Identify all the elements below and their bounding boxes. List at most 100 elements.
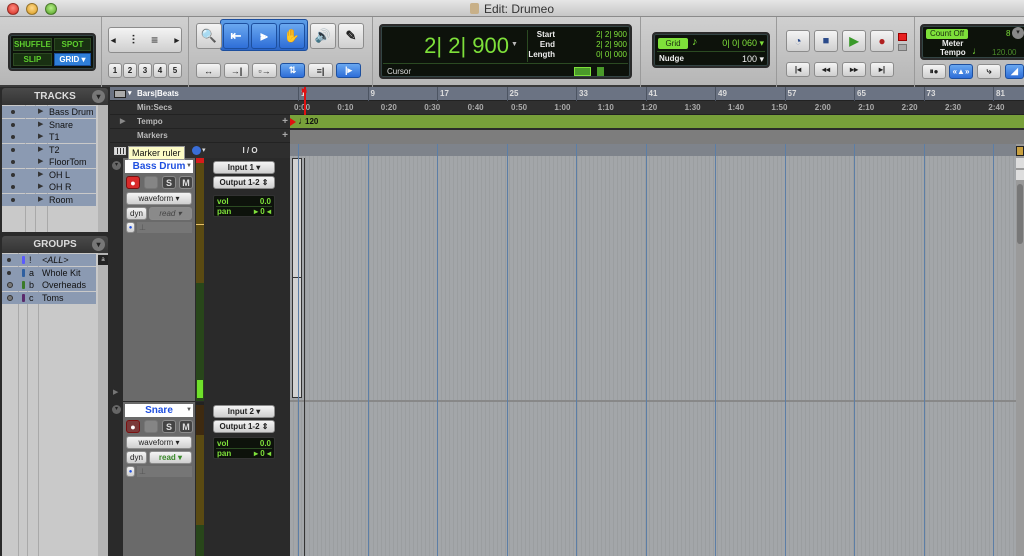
zoom-preset-5[interactable]: 5	[168, 63, 182, 78]
count-off-toggle[interactable]: Count Off	[926, 29, 968, 39]
timebase-icon[interactable]: ●	[126, 466, 135, 477]
column-view-icon[interactable]	[114, 147, 126, 155]
track-visibility-dot[interactable]	[11, 172, 15, 177]
expand-icon[interactable]: ▶	[38, 131, 43, 143]
link-timeline-edit-icon[interactable]: ⇅	[280, 63, 305, 78]
group-list-item[interactable]: c Toms	[2, 291, 96, 304]
track-view-selector[interactable]: waveform ▾	[126, 436, 192, 449]
toolbar-menu-icon[interactable]: ▾	[1012, 27, 1024, 39]
pan-value[interactable]: ▸ 0 ◂	[254, 449, 271, 458]
output-selector[interactable]: Output 1-2 ⇕	[213, 176, 275, 189]
pencil-tool-icon[interactable]: ✎	[338, 23, 364, 49]
expand-icon[interactable]: ▶	[38, 194, 43, 206]
conductor-track-icon[interactable]: ◢	[1005, 64, 1024, 79]
grid-toggle[interactable]: Grid	[658, 38, 688, 49]
expand-tempo-icon[interactable]: ▶	[120, 115, 125, 129]
group-active-dot[interactable]	[7, 270, 11, 275]
track-menu-icon[interactable]: ▾	[112, 405, 121, 414]
track-name-dropdown-icon[interactable]: ▼	[186, 160, 192, 173]
tab-to-transient-icon[interactable]: →|	[224, 63, 249, 78]
wait-for-note-icon[interactable]: ⏸●	[922, 64, 946, 79]
end-value[interactable]: 2| 2| 900	[567, 40, 627, 50]
tracks-panel-menu-icon[interactable]: ▾	[92, 90, 105, 103]
output-selector[interactable]: Output 1-2 ⇕	[213, 420, 275, 433]
track-list-item[interactable]: ▶ Room	[2, 193, 96, 206]
track-visibility-dot[interactable]	[11, 135, 15, 139]
pan-value[interactable]: ▸ 0 ◂	[254, 207, 271, 216]
nudge-value[interactable]: 100 ▾	[724, 54, 764, 65]
expand-track-icon[interactable]: ▶	[113, 388, 118, 396]
bars-beats-ruler[interactable]: 19172533414957657381	[290, 87, 1024, 101]
group-active-dot[interactable]	[7, 258, 11, 262]
track-list-item[interactable]: ▶ FloorTom	[2, 156, 96, 168]
play-icon[interactable]: ▶	[842, 30, 866, 52]
zoom-toggle-icon[interactable]: ↔	[196, 63, 221, 78]
length-value[interactable]: 0| 0| 000	[567, 50, 627, 60]
record-enable-button[interactable]: ●	[126, 176, 140, 189]
metronome-icon[interactable]: «▲»	[949, 64, 973, 79]
zoom-out-arrow-icon[interactable]: ◂	[111, 35, 116, 46]
ruler-dropdown-icon[interactable]: ▾	[128, 87, 132, 101]
zoom-out-vertical-icon[interactable]	[1016, 170, 1024, 180]
track-menu-icon[interactable]: ▾	[112, 161, 121, 170]
expand-icon[interactable]: ▶	[38, 169, 43, 181]
expand-icon[interactable]: ▶	[38, 181, 43, 193]
start-value[interactable]: 2| 2| 900	[567, 30, 627, 40]
track-name-field[interactable]: Bass Drum ▼	[125, 160, 193, 173]
track-visibility-dot[interactable]	[11, 197, 15, 202]
record-icon[interactable]: ●	[870, 30, 894, 52]
track-list-item[interactable]: ▶ Snare	[2, 118, 96, 131]
document-page-icon[interactable]	[597, 67, 604, 76]
record-enable-button[interactable]: ●	[126, 420, 140, 433]
scrubber-speaker-icon[interactable]: 🔊	[310, 23, 336, 49]
input-selector[interactable]: Input 2 ▾	[213, 405, 275, 418]
midi-merge-icon[interactable]: ⤷	[977, 64, 1001, 79]
audio-clip[interactable]	[292, 158, 302, 398]
solo-button[interactable]: S	[162, 176, 176, 189]
automation-mode-selector[interactable]: read ▾	[149, 451, 192, 464]
zoom-preset-3[interactable]: 3	[138, 63, 152, 78]
solo-button[interactable]: S	[162, 420, 176, 433]
online-icon[interactable]: ◔	[786, 30, 810, 52]
markers-ruler-header[interactable]: Markers +	[110, 129, 290, 143]
grid-value[interactable]: 0| 0| 060 ▾	[712, 38, 764, 49]
playlist-selector[interactable]: ⊥	[137, 222, 192, 233]
group-list-item[interactable]: b Overheads	[2, 279, 96, 291]
automation-mode-selector[interactable]: read ▾	[149, 207, 192, 220]
input-monitor-button[interactable]	[144, 420, 158, 433]
selector-tool-icon[interactable]: ⫸	[251, 23, 277, 49]
fast-forward-icon[interactable]: ▸▸	[842, 62, 866, 77]
track-visibility-dot[interactable]	[11, 185, 15, 189]
scroll-thumb[interactable]	[1017, 184, 1023, 244]
rewind-icon[interactable]: ◂◂	[814, 62, 838, 77]
track-list-item[interactable]: ▶ T2	[2, 143, 96, 156]
add-marker-icon[interactable]: +	[282, 129, 288, 143]
track-view-selector[interactable]: waveform ▾	[126, 192, 192, 205]
group-list-item[interactable]: ! <ALL>	[2, 254, 96, 266]
edit-mode-shuffle[interactable]: SHUFFLE	[13, 38, 52, 51]
expand-icon[interactable]: ▶	[38, 106, 43, 118]
mute-button[interactable]: M	[179, 176, 193, 189]
grabber-hand-icon[interactable]: ✋	[279, 23, 305, 49]
track-name-dropdown-icon[interactable]: ▼	[186, 404, 192, 417]
track-list-item[interactable]: ▶ Bass Drum	[2, 106, 96, 118]
tempo-value[interactable]: 120.00	[992, 48, 1016, 57]
track-list-item[interactable]: ▶ OH L	[2, 168, 96, 181]
trim-tool-icon[interactable]: ⇤	[223, 23, 249, 49]
timebase-icon[interactable]: ●	[126, 222, 135, 233]
zoom-preset-1[interactable]: 1	[108, 63, 122, 78]
stop-icon[interactable]: ■	[814, 30, 838, 52]
group-active-dot[interactable]	[7, 294, 13, 301]
track-visibility-dot[interactable]	[11, 147, 15, 152]
track-visibility-dot[interactable]	[11, 160, 15, 164]
link-track-edit-icon[interactable]: ≡|	[308, 63, 333, 78]
group-active-dot[interactable]	[7, 282, 13, 288]
track-visibility-dot[interactable]	[11, 110, 15, 114]
groups-panel-menu-icon[interactable]: ▾	[92, 238, 105, 251]
zoom-in-vertical-icon[interactable]	[1016, 158, 1024, 168]
zoomer-tool-icon[interactable]: 🔍	[196, 23, 222, 49]
link-selection-icon[interactable]	[574, 67, 591, 76]
input-monitor-button[interactable]	[144, 176, 158, 189]
group-list-item[interactable]: a Whole Kit	[2, 266, 96, 279]
insertion-follows-playback-icon[interactable]: |▸	[336, 63, 361, 78]
